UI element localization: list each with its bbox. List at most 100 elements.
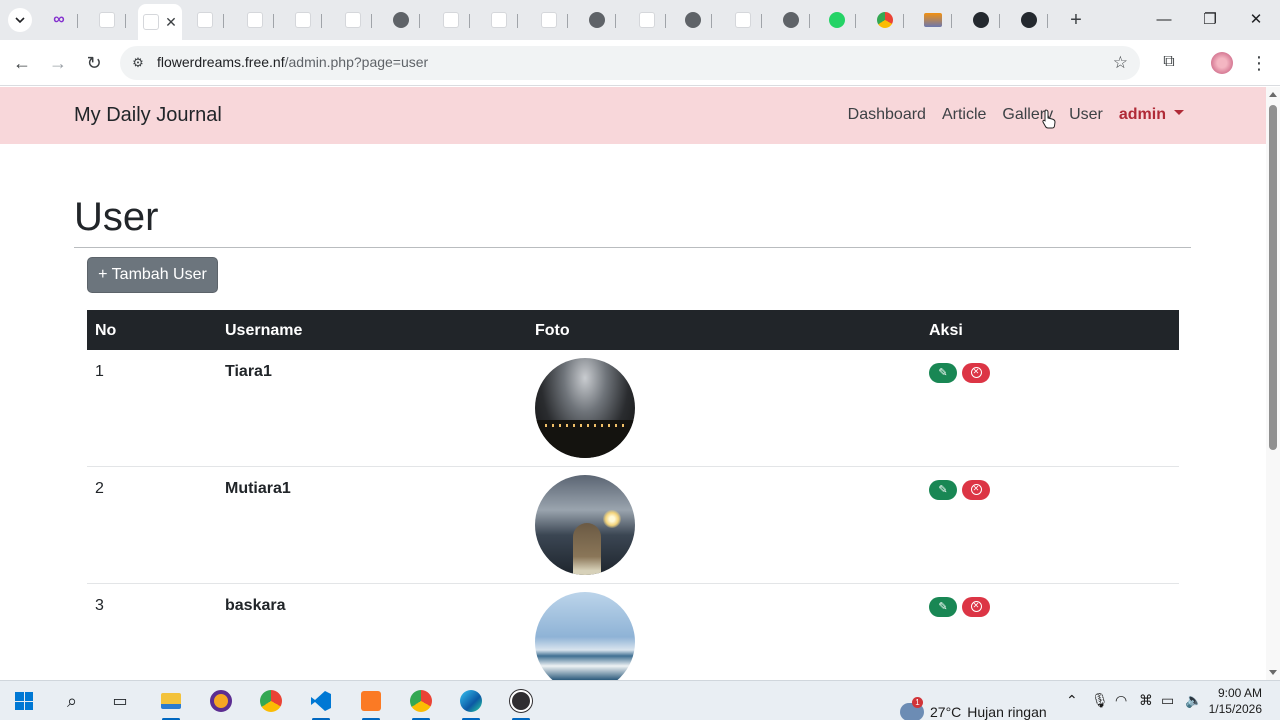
delete-button[interactable]: ✕ [962,597,990,617]
volume-icon[interactable]: 🔈 [1185,692,1202,709]
table-row: 2 Mutiara1 ✎ ✕ [87,467,1179,584]
tab-page[interactable] [88,8,126,32]
page-icon [443,12,459,28]
reload-icon[interactable]: ↻ [82,51,106,75]
new-tab-button[interactable]: + [1066,10,1086,30]
row-actions: ✎ ✕ [929,363,990,383]
github-icon [1021,12,1037,28]
x-circle-icon: ✕ [970,483,982,495]
page-scrollbar[interactable] [1266,87,1280,680]
bookmark-star-icon[interactable]: ☆ [1113,53,1128,73]
minimize-button[interactable]: — [1152,8,1176,32]
clock-time: 9:00 AM [1217,686,1262,700]
edit-button[interactable]: ✎ [929,597,957,617]
chrome-icon[interactable] [259,689,283,713]
close-tab-icon[interactable]: ✕ [165,14,177,31]
url-text[interactable]: flowerdreams.free.nf/admin.php?page=user [157,54,428,70]
obs-icon[interactable] [509,689,533,720]
page-icon [143,14,160,30]
tab-active[interactable]: ✕ [138,4,182,40]
back-icon[interactable]: ← [10,51,34,75]
tab-phpmyadmin[interactable] [914,8,952,32]
globe-icon [393,12,409,28]
pencil-icon: ✎ [938,367,948,379]
xampp-icon[interactable] [359,689,383,720]
add-user-button[interactable]: + Tambah User [87,257,218,293]
tab-chrome[interactable] [866,8,904,32]
tab-page[interactable] [284,8,322,32]
x-circle-icon: ✕ [970,600,982,612]
nav-dashboard[interactable]: Dashboard [848,106,926,124]
file-explorer-icon[interactable] [159,689,183,720]
globe-icon [589,12,605,28]
tab-github[interactable] [962,8,1000,32]
start-button[interactable] [12,689,36,713]
tab-page[interactable] [186,8,224,32]
delete-button[interactable]: ✕ [962,363,990,383]
tab-infinity[interactable]: ∞ [40,8,78,32]
tab-page[interactable] [724,8,762,32]
weather-desc: Hujan ringan [967,704,1047,720]
tab-page[interactable] [628,8,666,32]
search-icon[interactable]: ⌕ [60,689,84,713]
forward-icon[interactable]: → [46,51,70,75]
language-icon[interactable]: ⌘ [1139,692,1153,709]
page-icon [295,12,311,28]
edit-button[interactable]: ✎ [929,480,957,500]
nav-user[interactable]: User [1069,106,1103,124]
microphone-icon[interactable]: 🎙 [1091,692,1109,709]
tab-page[interactable] [334,8,372,32]
weather-widget[interactable]: 1 27°C Hujan ringan [900,692,1047,720]
battery-icon[interactable]: ▭ [1161,692,1174,709]
scroll-down-icon[interactable] [1269,670,1277,675]
nav-article[interactable]: Article [942,106,986,124]
pencil-icon: ✎ [938,601,948,613]
page-viewport: My Daily Journal Dashboard Article Galle… [0,87,1280,680]
close-window-button[interactable]: ✕ [1244,8,1268,32]
tab-globe[interactable] [578,8,616,32]
edit-button[interactable]: ✎ [929,363,957,383]
restore-button[interactable]: ❐ [1198,8,1222,32]
tray-chevron-up-icon[interactable]: ⌃ [1066,692,1078,709]
vscode-icon[interactable] [309,689,333,720]
weather-temp: 27°C [930,704,962,720]
tab-globe[interactable] [674,8,712,32]
github-icon [973,12,989,28]
title-divider [74,247,1191,248]
browser-menu-icon[interactable]: ⋮ [1250,52,1268,74]
url-host: flowerdreams.free.nf [157,54,285,70]
scroll-up-icon[interactable] [1269,92,1277,97]
user-table: No Username Foto Aksi 1 Tiara1 ✎ ✕ 2 Mut… [87,310,1179,680]
chrome-profile-icon[interactable] [409,689,433,720]
page-icon [639,12,655,28]
tab-globe[interactable] [382,8,420,32]
delete-button[interactable]: ✕ [962,480,990,500]
site-info-icon[interactable]: ⚙ [130,55,146,71]
edge-icon[interactable] [459,689,483,720]
header-aksi: Aksi [929,322,963,339]
whatsapp-icon [829,12,845,28]
admin-dropdown[interactable]: admin [1119,106,1184,124]
wifi-icon[interactable]: ◠ [1115,692,1127,709]
brand-link[interactable]: My Daily Journal [74,104,222,127]
tab-page[interactable] [530,8,568,32]
tab-page[interactable] [432,8,470,32]
scroll-thumb[interactable] [1269,105,1277,450]
tab-whatsapp[interactable] [818,8,856,32]
extensions-icon[interactable]: ⧉ [1158,51,1180,73]
profile-avatar[interactable] [1211,52,1233,74]
row-number: 2 [95,480,104,497]
tab-page[interactable] [480,8,518,32]
clock[interactable]: 9:00 AM 1/15/2026 [1208,685,1262,717]
norton-icon[interactable] [209,689,233,713]
row-username: Tiara1 [225,363,272,380]
tab-page[interactable] [236,8,274,32]
tab-github[interactable] [1010,8,1048,32]
row-username: Mutiara1 [225,480,291,497]
tab-search-chevron-icon[interactable] [8,8,32,32]
address-bar[interactable]: ⚙ flowerdreams.free.nf/admin.php?page=us… [120,46,1140,80]
url-path: /admin.php?page=user [284,54,429,70]
user-photo [535,592,635,680]
tab-globe[interactable] [772,8,810,32]
task-view-icon[interactable]: ▭ [108,689,132,713]
